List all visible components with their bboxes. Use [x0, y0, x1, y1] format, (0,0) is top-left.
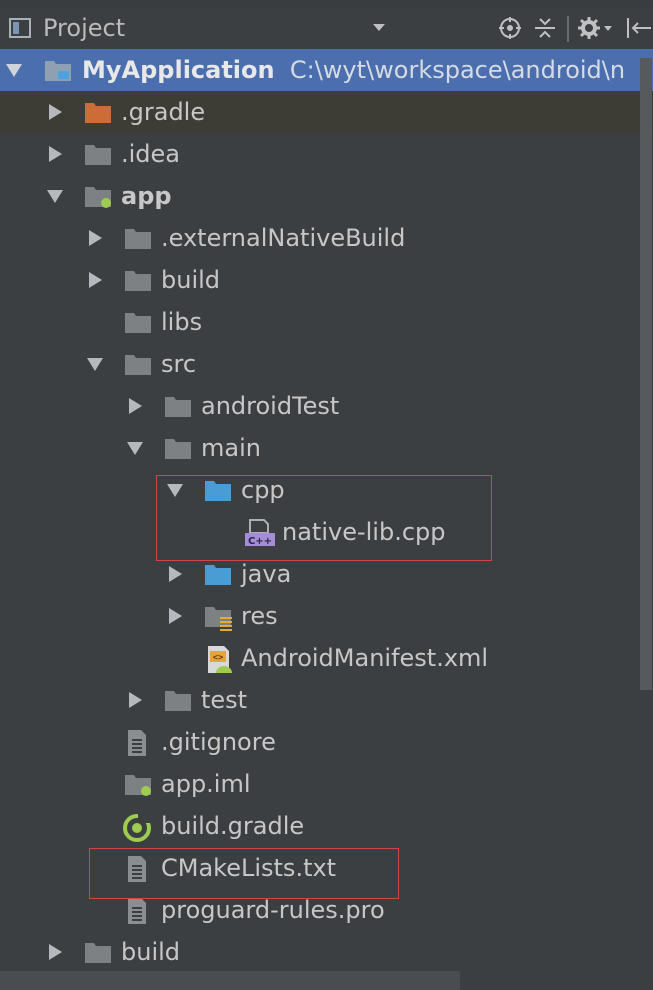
project-tree: MyApplication C:\wyt\workspace\android\n… [0, 49, 653, 990]
svg-text:<>: <> [213, 653, 224, 663]
text-file-icon [124, 729, 150, 756]
module-folder-icon [44, 57, 71, 83]
collapsed-arrow-icon[interactable] [166, 565, 184, 583]
tree-label: res [241, 602, 278, 630]
tree-label: build [121, 938, 181, 966]
tree-row-android-test[interactable]: androidTest [0, 385, 653, 427]
folder-icon [124, 225, 151, 251]
expanded-arrow-icon[interactable] [46, 187, 64, 205]
tree-label: CMakeLists.txt [161, 854, 337, 882]
project-path: C:\wyt\workspace\android\n [275, 56, 625, 84]
project-panel-header: Project [0, 7, 653, 50]
folder-icon [124, 351, 151, 377]
cpp-file-icon: C++ [244, 519, 276, 547]
tree-row-res[interactable]: res [0, 595, 653, 637]
top-strip [0, 0, 653, 7]
tree-row-test[interactable]: test [0, 679, 653, 721]
hide-icon[interactable] [625, 16, 653, 44]
panel-title[interactable]: Project [43, 13, 125, 43]
module-file-icon [124, 771, 151, 797]
tree-row-app-build[interactable]: build [0, 259, 653, 301]
tree-label: .gitignore [161, 728, 276, 756]
tree-row-gitignore[interactable]: .gitignore [0, 721, 653, 763]
tree-label: app [121, 182, 172, 210]
tree-label: main [201, 434, 261, 462]
tree-row-cmakelists[interactable]: CMakeLists.txt [0, 847, 653, 889]
tree-row-root-build[interactable]: build [0, 931, 653, 973]
tree-row-external-native-build[interactable]: .externalNativeBuild [0, 217, 653, 259]
collapsed-arrow-icon[interactable] [46, 943, 64, 961]
tree-label: libs [161, 308, 203, 336]
tree-row-myapplication[interactable]: MyApplication C:\wyt\workspace\android\n [0, 49, 653, 91]
source-folder-icon [204, 477, 231, 503]
tree-label: src [161, 350, 197, 378]
tree-row-libs[interactable]: libs [0, 301, 653, 343]
tree-row-gradle-folder[interactable]: .gradle [0, 91, 653, 133]
source-folder-icon [204, 561, 231, 587]
collapsed-arrow-icon[interactable] [46, 145, 64, 163]
separator [566, 16, 570, 46]
text-file-icon [124, 855, 150, 882]
folder-icon [124, 309, 151, 335]
tree-row-app-iml[interactable]: app.iml [0, 763, 653, 805]
tree-row-native-lib-cpp[interactable]: C++ native-lib.cpp [0, 511, 653, 553]
tree-label: native-lib.cpp [282, 518, 446, 546]
gradle-file-icon [122, 813, 152, 842]
folder-icon [164, 435, 191, 461]
collapsed-arrow-icon[interactable] [86, 271, 104, 289]
collapsed-arrow-icon[interactable] [126, 397, 144, 415]
project-name: MyApplication C:\wyt\workspace\android\n [82, 54, 625, 86]
project-icon [9, 18, 31, 38]
folder-icon [164, 393, 191, 419]
collapsed-arrow-icon[interactable] [86, 229, 104, 247]
collapsed-arrow-icon[interactable] [166, 607, 184, 625]
tree-label: .idea [121, 140, 181, 168]
tree-label: java [241, 560, 292, 588]
folder-icon [124, 267, 151, 293]
tree-row-src[interactable]: src [0, 343, 653, 385]
tree-row-build-gradle[interactable]: build.gradle [0, 805, 653, 847]
expanded-arrow-icon[interactable] [86, 355, 104, 373]
tree-row-java[interactable]: java [0, 553, 653, 595]
expanded-arrow-icon[interactable] [126, 439, 144, 457]
tree-row-main[interactable]: main [0, 427, 653, 469]
horizontal-scrollbar[interactable] [0, 971, 460, 990]
tree-row-app-module[interactable]: app [0, 175, 653, 217]
folder-icon [84, 141, 111, 167]
collapse-icon[interactable] [533, 16, 557, 44]
tree-label: androidTest [201, 392, 340, 420]
tree-label: build [161, 266, 221, 294]
excluded-folder-icon [84, 99, 111, 125]
tree-label: cpp [241, 476, 285, 504]
project-path-text: C:\wyt\workspace\android\n [289, 56, 626, 84]
svg-text:C++: C++ [248, 536, 272, 547]
tree-row-idea-folder[interactable]: .idea [0, 133, 653, 175]
tree-label: .gradle [121, 98, 206, 126]
locate-icon[interactable] [498, 16, 522, 44]
module-folder-icon [84, 183, 111, 209]
tree-row-proguard[interactable]: proguard-rules.pro [0, 889, 653, 931]
tree-label: build.gradle [161, 812, 305, 840]
resource-folder-icon [204, 603, 232, 631]
collapsed-arrow-icon[interactable] [46, 103, 64, 121]
tree-label: .externalNativeBuild [161, 224, 406, 252]
tree-label: AndroidManifest.xml [241, 644, 489, 672]
dropdown-icon[interactable] [371, 19, 387, 35]
tree-row-android-manifest[interactable]: <> AndroidManifest.xml [0, 637, 653, 679]
tree-label: test [201, 686, 248, 714]
manifest-file-icon: <> [204, 645, 236, 673]
expanded-arrow-icon[interactable] [5, 61, 23, 79]
text-file-icon [124, 897, 150, 924]
vertical-scrollbar[interactable] [640, 58, 652, 690]
gear-icon[interactable] [577, 16, 615, 44]
tree-row-cpp[interactable]: cpp [0, 469, 653, 511]
tree-label: app.iml [161, 770, 251, 798]
collapsed-arrow-icon[interactable] [126, 691, 144, 709]
project-name-text: MyApplication [82, 56, 275, 84]
expanded-arrow-icon[interactable] [166, 481, 184, 499]
folder-icon [164, 687, 191, 713]
tree-label: proguard-rules.pro [161, 896, 385, 924]
folder-icon [84, 939, 111, 965]
